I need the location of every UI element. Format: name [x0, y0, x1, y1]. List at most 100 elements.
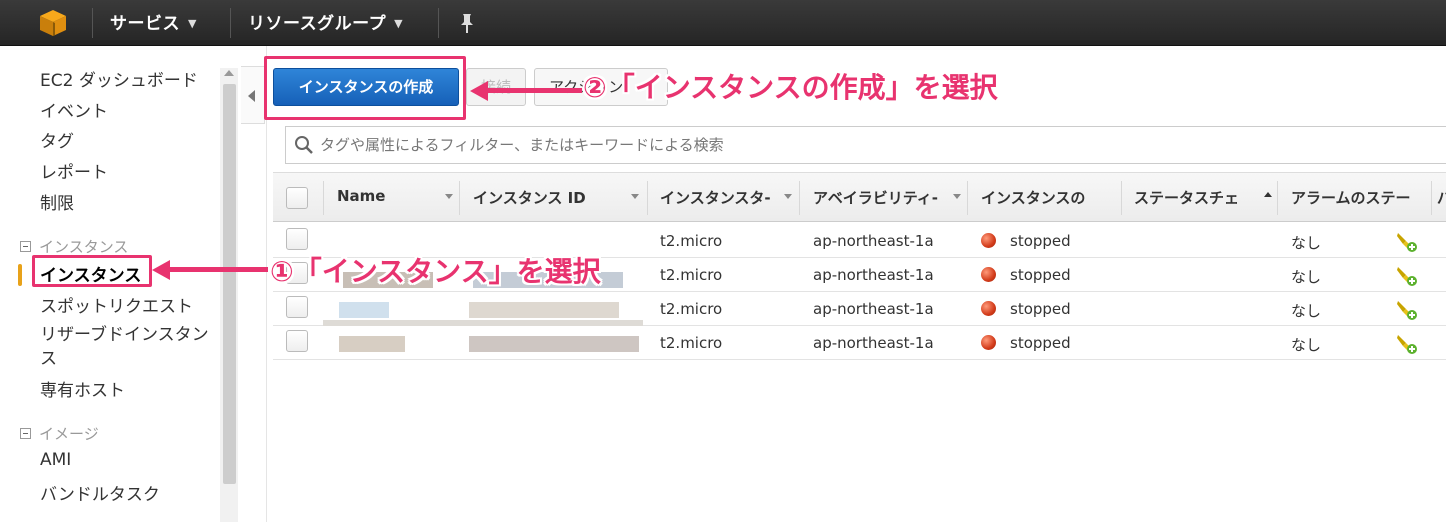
- column-header-label: インスタンスタ-: [660, 189, 771, 207]
- create-alarm-icon[interactable]: [1395, 230, 1417, 252]
- column-header-label: アベイラビリティ-: [813, 189, 939, 207]
- column-divider: [647, 181, 648, 215]
- redacted-name: [339, 336, 405, 352]
- availability-zone-cell: ap-northeast-1a: [813, 232, 934, 250]
- stopped-status-icon: [981, 267, 996, 282]
- stopped-status-icon: [981, 335, 996, 350]
- alarm-status-cell: なし: [1291, 268, 1322, 286]
- create-alarm-icon[interactable]: [1395, 264, 1417, 286]
- column-header-alarm-status[interactable]: アラームのステー: [1291, 187, 1427, 208]
- sidebar-scroll-thumb[interactable]: [223, 84, 236, 484]
- stopped-status-icon: [981, 301, 996, 316]
- sidebar-item-ec2-dashboard[interactable]: EC2 ダッシュボード: [40, 66, 198, 91]
- aws-cube-logo-icon[interactable]: [38, 8, 68, 38]
- active-item-indicator: [18, 264, 22, 286]
- availability-zone-cell: ap-northeast-1a: [813, 300, 934, 318]
- nav-divider: [230, 8, 231, 38]
- table-header: Name インスタンス ID インスタンスタ- アベイラビリティ- インスタンス…: [273, 172, 1446, 222]
- sidebar-item-dedicated-hosts[interactable]: 専有ホスト: [40, 376, 125, 401]
- sort-dropdown-icon: [631, 194, 639, 199]
- services-menu-label: サービス: [110, 14, 180, 34]
- sidebar-item-limits[interactable]: 制限: [40, 189, 74, 214]
- column-divider: [799, 181, 800, 215]
- services-menu[interactable]: サービス ▼: [110, 9, 197, 34]
- row-checkbox[interactable]: [286, 330, 308, 352]
- sidebar-group-label: インスタンス: [39, 238, 129, 256]
- table-row[interactable]: t2.micro ap-northeast-1a stopped なし: [273, 326, 1446, 360]
- column-divider: [459, 181, 460, 215]
- sidebar-item-spot-requests[interactable]: スポットリクエスト: [40, 292, 193, 317]
- resource-groups-menu[interactable]: リソースグループ ▼: [248, 9, 403, 34]
- column-header-label: ステータスチェ: [1134, 189, 1240, 207]
- pin-icon[interactable]: [458, 12, 476, 34]
- alarm-status-cell: なし: [1291, 234, 1322, 252]
- availability-zone-cell: ap-northeast-1a: [813, 266, 934, 284]
- instance-state-cell: stopped: [1010, 232, 1071, 250]
- instance-state-cell: stopped: [1010, 266, 1071, 284]
- column-header-availability-zone[interactable]: アベイラビリティ-: [813, 187, 963, 208]
- collapse-minus-icon: [20, 428, 31, 439]
- instance-type-cell: t2.micro: [660, 300, 723, 318]
- redacted-instance-id: [469, 336, 639, 352]
- chevron-down-icon: ▼: [394, 17, 404, 30]
- search-input[interactable]: [320, 130, 1420, 160]
- sidebar-item-reserved-instances[interactable]: リザーブドインスタンス: [40, 323, 220, 371]
- instance-type-cell: t2.micro: [660, 232, 723, 250]
- sidebar-item-bundle-tasks[interactable]: バンドルタスク: [40, 480, 160, 505]
- table-row[interactable]: t2.micro ap-northeast-1a stopped なし: [273, 292, 1446, 330]
- select-all-checkbox[interactable]: [286, 187, 308, 209]
- annotation-arrow: [486, 88, 582, 93]
- instance-type-cell: t2.micro: [660, 266, 723, 284]
- instance-state-cell: stopped: [1010, 334, 1071, 352]
- sidebar-group-label: イメージ: [39, 425, 99, 443]
- column-divider: [1277, 181, 1278, 215]
- scroll-up-arrow-icon[interactable]: [224, 70, 234, 76]
- column-header-instance-id[interactable]: インスタンス ID: [473, 187, 641, 208]
- column-header-label: インスタンス ID: [473, 189, 586, 207]
- arrow-head-icon: [152, 260, 170, 280]
- row-checkbox[interactable]: [286, 296, 308, 318]
- stopped-status-icon: [981, 233, 996, 248]
- column-divider: [967, 181, 968, 215]
- collapse-sidebar-button[interactable]: [241, 66, 265, 124]
- sort-dropdown-icon: [445, 194, 453, 199]
- column-header-instance-state[interactable]: インスタンスの: [981, 187, 1117, 208]
- column-divider: [323, 181, 324, 215]
- highlight-box-instances: [32, 255, 152, 287]
- annotation-step1: ①「インスタンス」を選択: [270, 255, 601, 288]
- search-icon: [295, 136, 313, 154]
- sidebar-item-reports[interactable]: レポート: [40, 158, 108, 183]
- alarm-status-cell: なし: [1291, 336, 1322, 354]
- create-alarm-icon[interactable]: [1395, 332, 1417, 354]
- chevron-down-icon: ▼: [188, 17, 197, 30]
- annotation-step2: ②「インスタンスの作成」を選択: [583, 71, 998, 104]
- column-header-label: アラームのステー: [1291, 189, 1411, 207]
- instance-type-cell: t2.micro: [660, 334, 723, 352]
- column-header-public-dns[interactable]: パ: [1437, 187, 1446, 208]
- availability-zone-cell: ap-northeast-1a: [813, 334, 934, 352]
- arrow-head-icon: [470, 81, 488, 101]
- sidebar-group-images[interactable]: イメージ: [20, 423, 99, 444]
- collapse-minus-icon: [20, 241, 31, 252]
- sidebar-group-instances[interactable]: インスタンス: [20, 236, 128, 257]
- create-alarm-icon[interactable]: [1395, 298, 1417, 320]
- column-header-label: パ: [1437, 189, 1446, 207]
- alarm-status-cell: なし: [1291, 302, 1322, 320]
- column-header-label: Name: [337, 187, 386, 205]
- chevron-left-icon: [248, 90, 255, 102]
- sort-ascending-icon: [1264, 192, 1272, 197]
- column-header-status-checks[interactable]: ステータスチェ: [1134, 187, 1274, 208]
- annotation-arrow: [168, 267, 268, 272]
- nav-divider: [438, 8, 439, 38]
- sidebar-item-tags[interactable]: タグ: [40, 127, 74, 152]
- column-header-name[interactable]: Name: [337, 187, 455, 205]
- sort-dropdown-icon: [953, 194, 961, 199]
- row-checkbox[interactable]: [286, 228, 308, 250]
- top-navigation-bar: サービス ▼ リソースグループ ▼: [0, 0, 1446, 46]
- filter-search-bar: [285, 126, 1446, 164]
- sidebar-item-ami[interactable]: AMI: [40, 450, 71, 470]
- sidebar-item-events[interactable]: イベント: [40, 97, 108, 122]
- column-header-instance-type[interactable]: インスタンスタ-: [660, 187, 794, 208]
- highlight-box-create-instance: [264, 56, 466, 120]
- redacted-name: [339, 302, 389, 318]
